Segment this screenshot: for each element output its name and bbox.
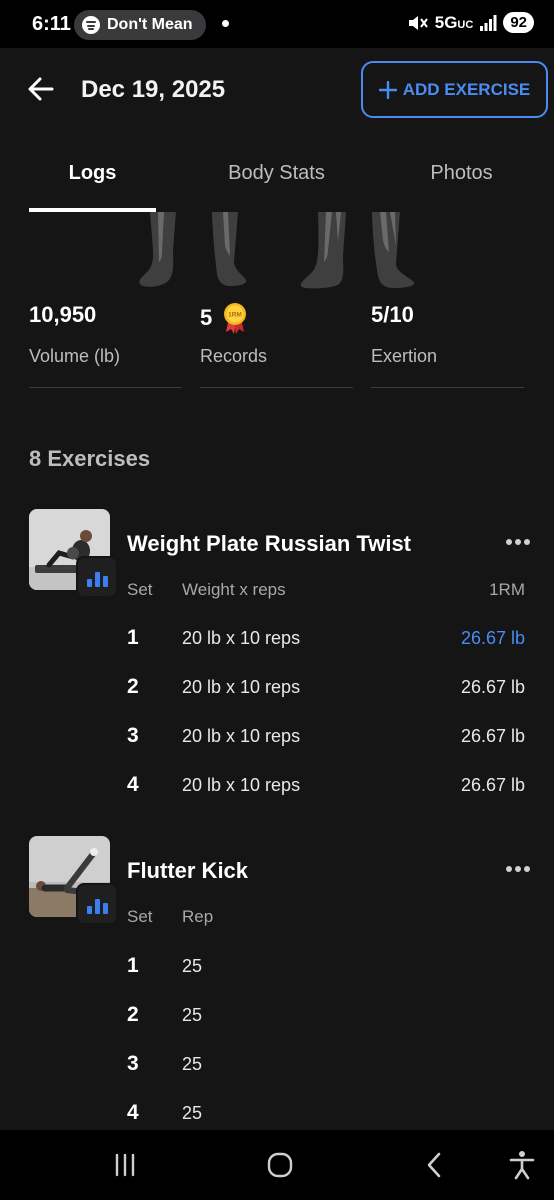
column-rep: Rep — [182, 907, 214, 926]
set-row: 1 20 lb x 10 reps 26.67 lb — [0, 626, 554, 675]
exercise-name[interactable]: Weight Plate Russian Twist — [127, 531, 411, 557]
battery-indicator: 92 — [503, 12, 534, 33]
tab-photos[interactable]: Photos — [384, 162, 539, 185]
set-weight-reps: 20 lb x 10 reps — [182, 677, 301, 697]
recent-apps-icon[interactable] — [108, 1148, 142, 1182]
exertion-value: 5/10 — [371, 302, 414, 327]
app-header: Dec 19, 2025 ADD EXERCISE — [0, 48, 554, 148]
set-number: 1 — [127, 954, 139, 977]
more-options-icon[interactable] — [506, 539, 530, 545]
tab-body-stats[interactable]: Body Stats — [200, 162, 353, 185]
stats-chart-icon[interactable] — [76, 556, 118, 598]
plus-icon — [378, 80, 397, 99]
set-row: 3 25 — [0, 1052, 554, 1101]
records-label: Records — [200, 346, 268, 366]
tab-logs[interactable]: Logs — [29, 162, 156, 185]
stat-exertion: 5/10 Exertion — [371, 298, 524, 388]
set-number: 4 — [127, 1101, 139, 1124]
accessibility-icon[interactable] — [505, 1148, 539, 1182]
mute-icon — [408, 15, 428, 30]
volume-value: 10,950 — [29, 302, 97, 327]
exertion-label: Exertion — [371, 346, 438, 366]
set-row: 1 25 — [0, 954, 554, 1003]
add-exercise-button[interactable]: ADD EXERCISE — [361, 61, 548, 118]
set-number: 3 — [127, 724, 139, 747]
exercise-count: 8 Exercises — [29, 446, 151, 471]
status-bar: 6:11 Don't Mean 5GUC 92 — [0, 0, 554, 48]
medal-badge-text: 1RM — [228, 312, 242, 319]
signal-icon — [480, 14, 497, 31]
set-number: 4 — [127, 773, 139, 796]
set-reps: 25 — [182, 956, 203, 976]
home-icon[interactable] — [263, 1148, 297, 1182]
set-weight-reps: 20 lb x 10 reps — [182, 628, 301, 648]
exercise-name[interactable]: Flutter Kick — [127, 858, 248, 884]
status-icons: 5GUC 92 — [407, 12, 534, 33]
set-reps: 25 — [182, 1005, 203, 1025]
more-options-icon[interactable] — [506, 866, 530, 872]
network-label: 5GUC — [434, 12, 474, 32]
tab-bar: Logs Body Stats Photos — [0, 148, 554, 212]
set-row: 2 20 lb x 10 reps 26.67 lb — [0, 675, 554, 724]
set-reps: 25 — [182, 1054, 203, 1074]
column-weight-reps: Weight x reps — [182, 580, 286, 599]
column-1rm: 1RM — [489, 580, 525, 599]
set-number: 2 — [127, 1003, 139, 1026]
media-title: Don't Mean — [107, 16, 193, 33]
notification-dot — [222, 20, 229, 27]
set-reps: 25 — [182, 1103, 203, 1123]
stats-chart-icon[interactable] — [76, 883, 118, 925]
media-chip[interactable]: Don't Mean — [74, 10, 206, 40]
stat-records: 5 1RM Records — [200, 298, 353, 388]
set-row: 4 20 lb x 10 reps 26.67 lb — [0, 773, 554, 822]
back-icon[interactable] — [418, 1148, 452, 1182]
back-arrow-icon[interactable] — [24, 72, 58, 106]
records-value: 5 1RM — [200, 302, 248, 334]
column-set: Set — [127, 907, 153, 926]
set-1rm: 26.67 lb — [460, 628, 525, 648]
add-exercise-label: ADD EXERCISE — [402, 79, 531, 99]
set-1rm: 26.67 lb — [460, 726, 525, 746]
status-time: 6:11 — [32, 13, 71, 35]
column-set: Set — [127, 580, 153, 599]
system-nav-bar — [0, 1130, 554, 1200]
set-number: 2 — [127, 675, 139, 698]
set-1rm: 26.67 lb — [460, 775, 525, 795]
set-row: 2 25 — [0, 1003, 554, 1052]
set-number: 1 — [127, 626, 139, 649]
volume-label: Volume (lb) — [29, 346, 121, 366]
set-weight-reps: 20 lb x 10 reps — [182, 726, 301, 746]
body-legs-illustration — [139, 212, 415, 289]
set-1rm: 26.67 lb — [460, 677, 525, 697]
page-title: Dec 19, 2025 — [81, 76, 226, 103]
set-weight-reps: 20 lb x 10 reps — [182, 775, 301, 795]
stat-volume: 10,950 Volume (lb) — [29, 298, 182, 388]
spotify-icon — [82, 16, 100, 34]
set-row: 3 20 lb x 10 reps 26.67 lb — [0, 724, 554, 773]
medal-icon: 1RM — [224, 303, 247, 334]
set-number: 3 — [127, 1052, 139, 1075]
